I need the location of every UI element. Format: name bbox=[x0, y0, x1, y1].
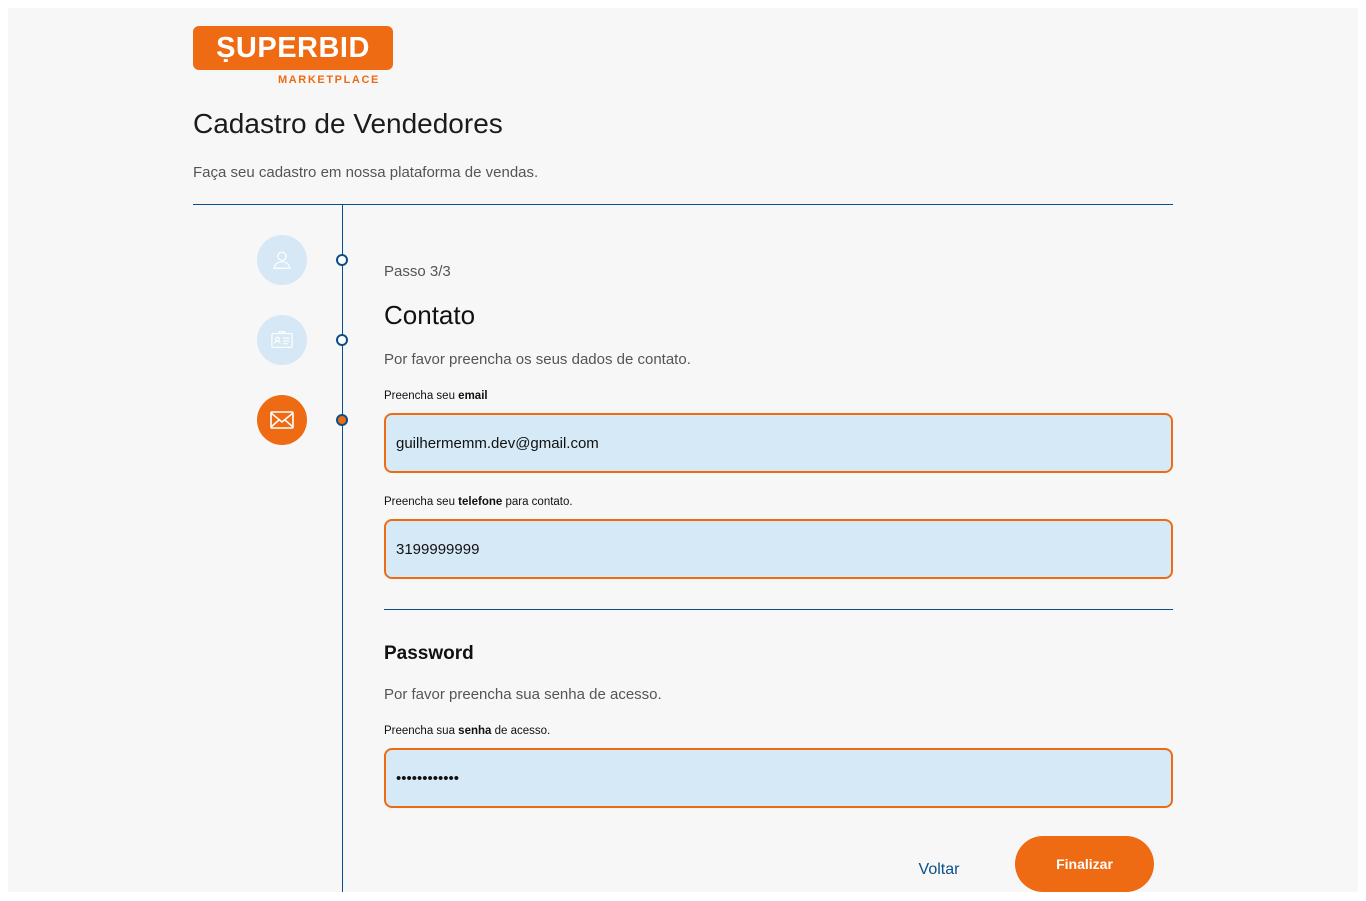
back-button[interactable]: Voltar bbox=[898, 858, 980, 882]
section-description-contato: Por favor preencha os seus dados de cont… bbox=[384, 351, 691, 368]
logo-subtitle: MARKETPLACE bbox=[278, 74, 380, 86]
email-input[interactable] bbox=[386, 415, 1171, 471]
email-label: Preencha seu email bbox=[384, 390, 488, 402]
header-divider bbox=[193, 204, 1173, 205]
phone-label: Preencha seu telefone para contato. bbox=[384, 496, 573, 508]
page-container: ṢUPERBID MARKETPLACE Cadastro de Vendedo… bbox=[8, 8, 1358, 892]
password-field[interactable] bbox=[384, 748, 1173, 808]
password-input[interactable] bbox=[386, 750, 1171, 806]
step-3-contact[interactable] bbox=[257, 395, 307, 445]
password-label: Preencha sua senha de acesso. bbox=[384, 725, 551, 737]
section-description-password: Por favor preencha sua senha de acesso. bbox=[384, 686, 662, 703]
user-icon bbox=[273, 251, 291, 269]
phone-input[interactable] bbox=[386, 521, 1171, 577]
email-field[interactable] bbox=[384, 413, 1173, 473]
section-divider bbox=[384, 609, 1173, 610]
page-title: Cadastro de Vendedores bbox=[193, 108, 503, 139]
finish-button[interactable]: Finalizar bbox=[1015, 836, 1154, 892]
step-3-dot bbox=[336, 414, 348, 426]
step-1-dot bbox=[336, 254, 348, 266]
page-subtitle: Faça seu cadastro em nossa plataforma de… bbox=[193, 164, 539, 181]
step-indicator: Passo 3/3 bbox=[384, 263, 451, 280]
logo-brand-text: ṢUPERBID bbox=[193, 26, 393, 70]
id-card-icon bbox=[271, 331, 293, 348]
stepper-line bbox=[342, 204, 343, 892]
envelope-icon bbox=[270, 411, 294, 429]
step-2-documents[interactable] bbox=[257, 315, 307, 365]
phone-field[interactable] bbox=[384, 519, 1173, 579]
superbid-logo[interactable]: ṢUPERBID MARKETPLACE bbox=[193, 26, 393, 90]
section-title-contato: Contato bbox=[384, 300, 476, 330]
step-1-personal-data[interactable] bbox=[257, 235, 307, 285]
step-2-dot bbox=[336, 334, 348, 346]
section-title-password: Password bbox=[384, 643, 474, 664]
